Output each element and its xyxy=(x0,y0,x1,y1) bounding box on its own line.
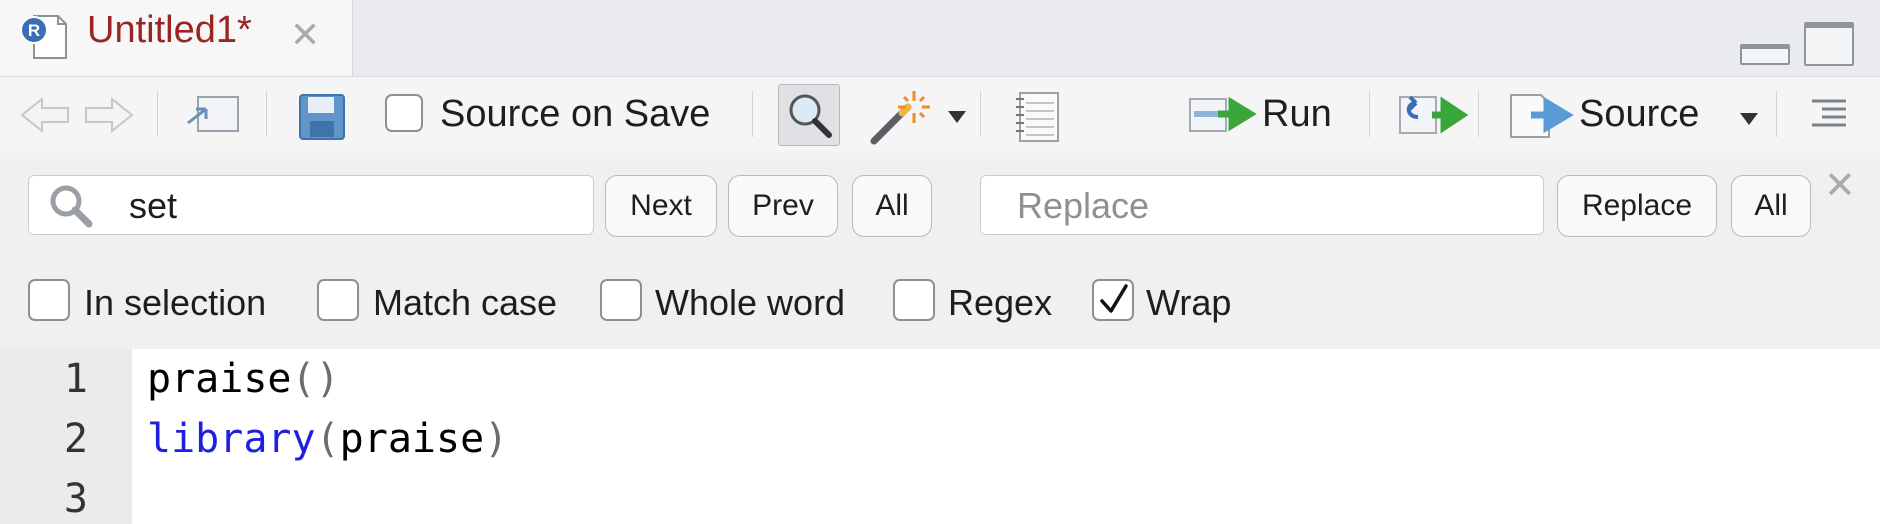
compile-report-notebook-icon[interactable] xyxy=(1014,91,1062,143)
toolbar-separator xyxy=(1369,91,1370,137)
keyword-function-call: library xyxy=(147,416,316,462)
find-replace-toggle-button[interactable] xyxy=(778,84,840,146)
source-file-icon xyxy=(1510,94,1574,138)
source-on-save-checkbox[interactable] xyxy=(385,94,423,132)
source-button[interactable]: Source xyxy=(1505,87,1775,143)
match-case-checkbox[interactable] xyxy=(317,279,359,321)
toolbar-separator xyxy=(980,91,981,137)
back-arrow-icon[interactable] xyxy=(18,95,72,135)
close-tab-icon[interactable]: ✕ xyxy=(290,14,320,56)
maximize-pane-icon[interactable] xyxy=(1804,22,1854,66)
document-outline-icon[interactable] xyxy=(1808,97,1850,133)
chevron-down-icon[interactable] xyxy=(948,111,966,123)
replace-field[interactable] xyxy=(980,175,1544,235)
regex-label: Regex xyxy=(948,282,1053,323)
close-paren: ) xyxy=(315,356,340,402)
replace-all-button[interactable]: All xyxy=(1731,175,1811,237)
show-in-new-window-icon[interactable] xyxy=(184,93,242,137)
tab-title: Untitled1* xyxy=(87,9,252,51)
run-button[interactable]: Run xyxy=(1188,87,1338,143)
open-paren: ( xyxy=(291,356,316,402)
find-prev-button[interactable]: Prev xyxy=(728,175,838,237)
line-number: 2 xyxy=(63,416,88,462)
editor-tab-untitled1[interactable]: R Untitled1* ✕ xyxy=(0,0,353,78)
editor-toolbar: Source on Save Run Source xyxy=(0,76,1880,154)
whole-word-label: Whole word xyxy=(655,282,846,323)
wrap-label: Wrap xyxy=(1146,282,1232,323)
close-find-bar-icon[interactable]: ✕ xyxy=(1824,163,1856,208)
save-icon[interactable] xyxy=(298,93,346,141)
source-on-save-label: Source on Save xyxy=(440,93,711,135)
find-next-button[interactable]: Next xyxy=(605,175,717,237)
tab-bar: R Untitled1* ✕ xyxy=(0,0,1880,78)
find-all-button[interactable]: All xyxy=(852,175,932,237)
code-line[interactable]: praise() xyxy=(147,356,340,402)
toolbar-separator xyxy=(266,91,267,137)
in-selection-label: In selection xyxy=(84,282,267,323)
magnifier-icon xyxy=(789,94,832,138)
replace-button[interactable]: Replace xyxy=(1557,175,1717,237)
whole-word-checkbox[interactable] xyxy=(600,279,642,321)
minimize-pane-icon[interactable] xyxy=(1740,44,1790,65)
code-editor[interactable]: 1 2 3 praise() library(praise) xyxy=(0,349,1880,524)
find-field[interactable] xyxy=(28,175,594,235)
close-paren: ) xyxy=(484,416,509,462)
svg-text:R: R xyxy=(28,21,40,40)
run-line-icon xyxy=(1189,96,1257,132)
rerun-previous-icon[interactable] xyxy=(1398,93,1470,137)
wrap-checkbox[interactable] xyxy=(1092,279,1134,321)
line-number: 1 xyxy=(63,356,88,402)
function-call: praise xyxy=(147,356,292,402)
toolbar-separator xyxy=(1478,91,1479,137)
source-label: Source xyxy=(1579,93,1700,135)
search-icon xyxy=(50,185,93,228)
open-paren: ( xyxy=(315,416,340,462)
argument: praise xyxy=(339,416,485,462)
toolbar-separator xyxy=(752,91,753,137)
find-input[interactable] xyxy=(129,186,579,226)
in-selection-checkbox[interactable] xyxy=(28,279,70,321)
line-number: 3 xyxy=(63,476,88,522)
code-line[interactable]: library(praise) xyxy=(147,416,508,462)
code-tools-wand-icon[interactable] xyxy=(868,87,934,145)
toolbar-separator xyxy=(1776,91,1777,137)
run-label: Run xyxy=(1262,93,1332,135)
regex-checkbox[interactable] xyxy=(893,279,935,321)
checkmark-icon xyxy=(1100,284,1128,313)
line-number-gutter: 1 2 3 xyxy=(0,349,132,524)
forward-arrow-icon[interactable] xyxy=(82,95,136,135)
source-dropdown-chevron-icon[interactable] xyxy=(1740,113,1758,125)
match-case-label: Match case xyxy=(373,282,558,323)
toolbar-separator xyxy=(157,91,158,137)
find-replace-bar: Next Prev All Replace All ✕ In selection… xyxy=(0,153,1880,349)
replace-input[interactable] xyxy=(1017,186,1527,226)
r-script-file-icon: R xyxy=(20,15,67,59)
